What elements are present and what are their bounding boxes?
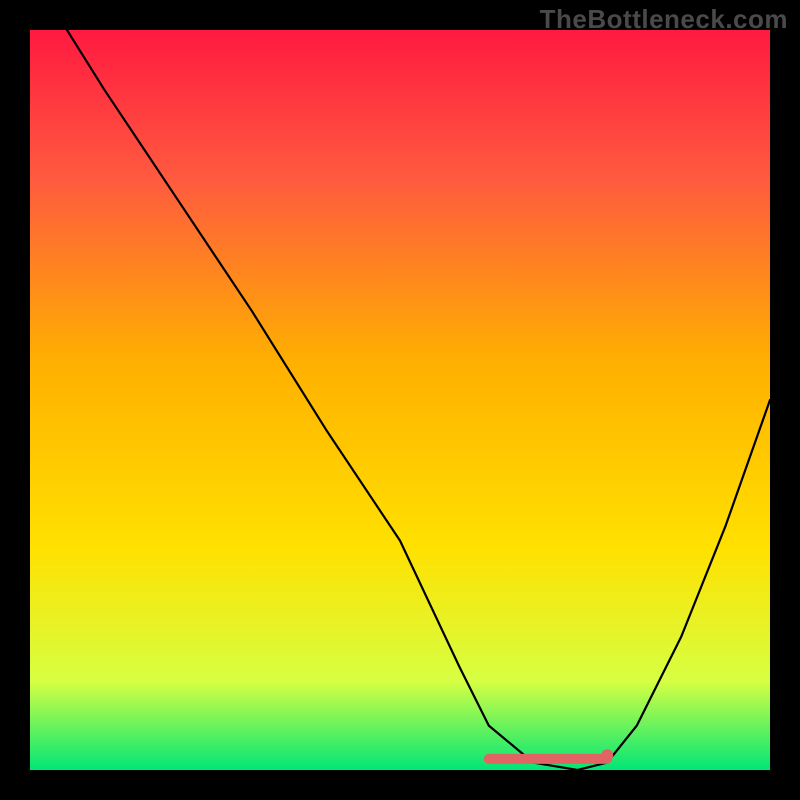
floor-dot — [601, 749, 613, 761]
watermark-text: TheBottleneck.com — [540, 4, 788, 35]
curve-layer — [30, 30, 770, 770]
plot-area — [30, 30, 770, 770]
chart-frame: TheBottleneck.com — [0, 0, 800, 800]
bottleneck-curve — [67, 30, 770, 770]
